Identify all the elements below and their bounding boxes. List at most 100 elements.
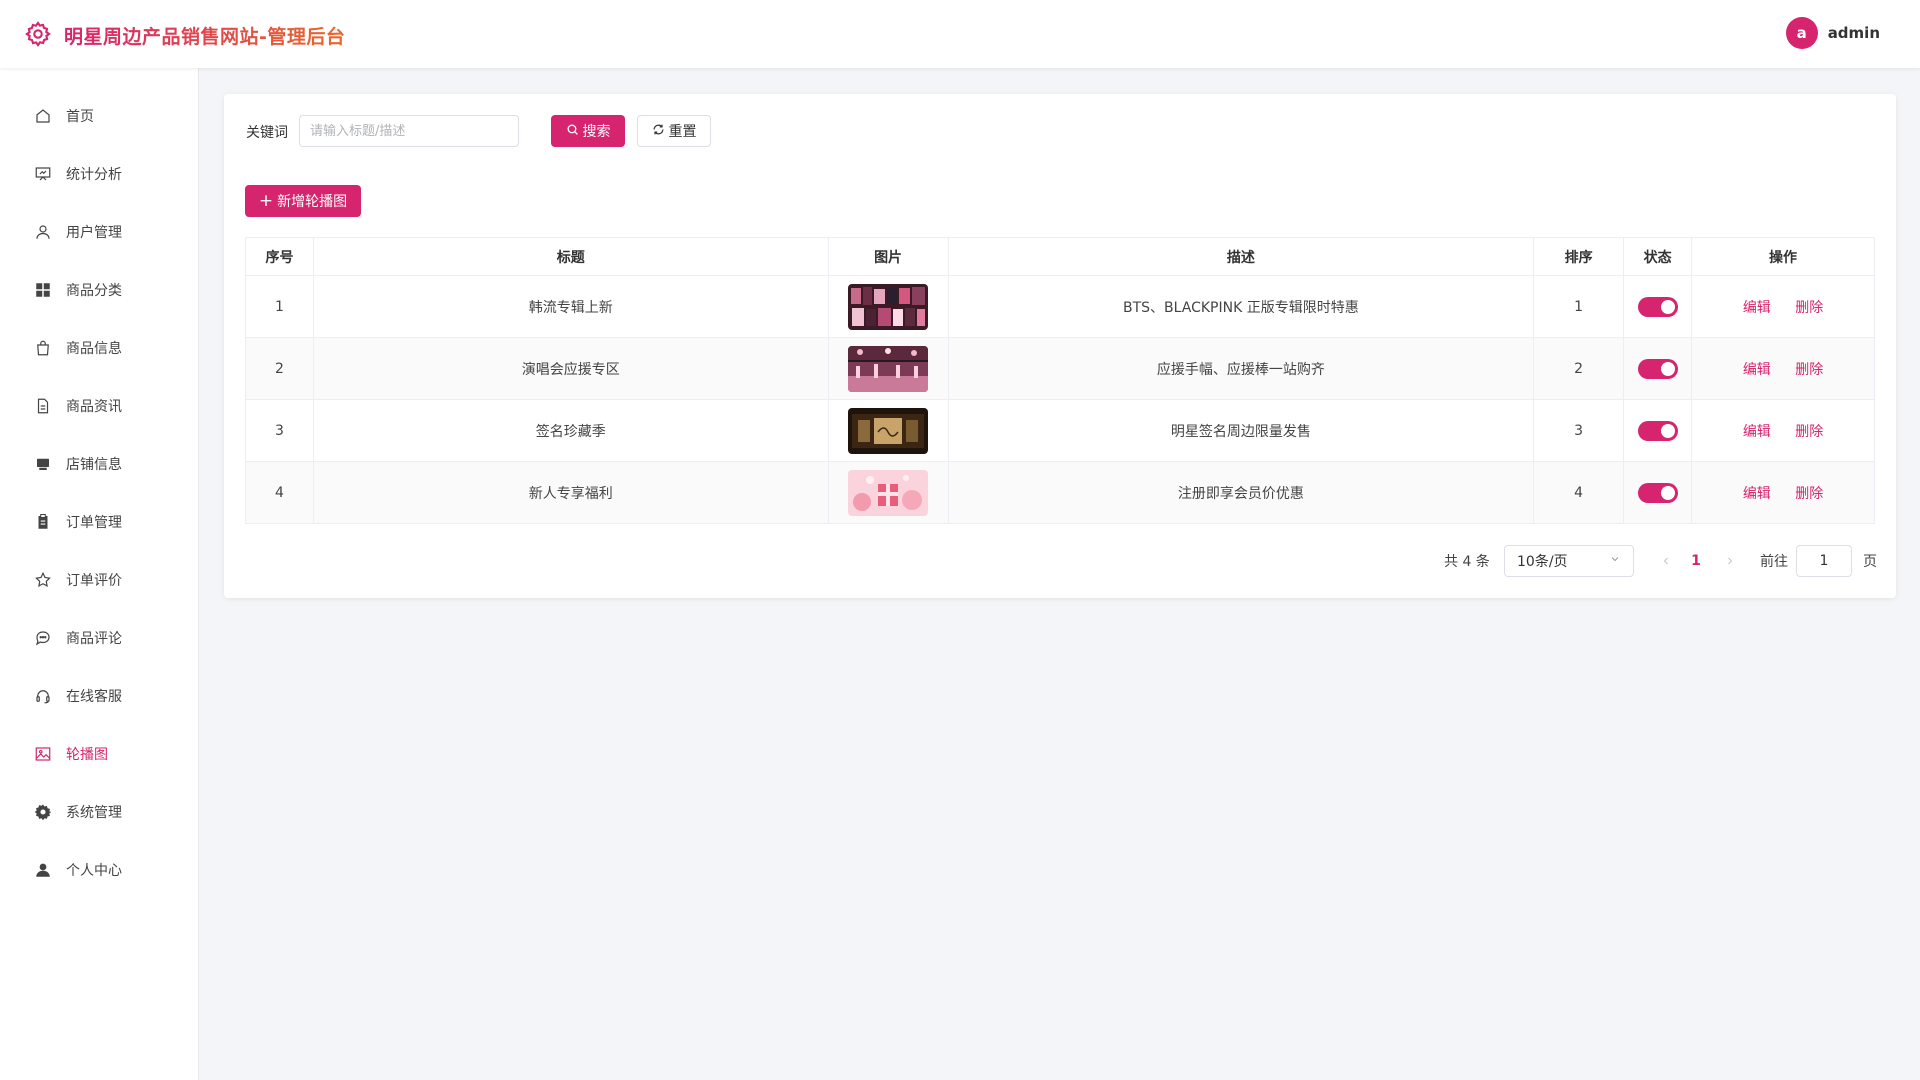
status-toggle[interactable] (1637, 358, 1678, 379)
search-button-label: 搜索 (582, 124, 611, 140)
edit-link[interactable]: 编辑 (1743, 362, 1771, 378)
chart-board-icon (34, 165, 52, 183)
sidebar-item-reviews[interactable]: 订单评价 (0, 560, 199, 600)
page-number-current[interactable]: 1 (1684, 545, 1708, 577)
col-header-image: 图片 (827, 237, 949, 276)
prev-page-button[interactable] (1656, 545, 1676, 577)
status-toggle[interactable] (1637, 420, 1678, 441)
cell-sort: 2 (1533, 337, 1625, 400)
edit-link[interactable]: 编辑 (1743, 486, 1771, 502)
search-icon (566, 123, 579, 140)
next-page-button[interactable] (1720, 545, 1740, 577)
reset-button[interactable]: 重置 (637, 115, 711, 147)
cell-title: 签名珍藏季 (312, 399, 829, 462)
keyword-input[interactable] (299, 115, 519, 147)
cell-index: 2 (245, 337, 314, 400)
delete-link[interactable]: 删除 (1795, 486, 1823, 502)
pink-gift-thumbnail[interactable] (848, 469, 929, 516)
delete-link[interactable]: 删除 (1795, 300, 1823, 316)
sidebar-item-comments[interactable]: 商品评论 (0, 618, 199, 658)
sidebar-item-label: 首页 (66, 109, 94, 125)
sidebar-item-label: 统计分析 (66, 167, 122, 183)
sidebar-item-label: 商品资讯 (66, 399, 122, 415)
cell-desc: 明星签名周边限量发售 (947, 399, 1535, 462)
sidebar-item-customer-service[interactable]: 在线客服 (0, 676, 199, 716)
col-header-title: 标题 (312, 237, 829, 276)
page-size-value: 10条/页 (1517, 554, 1568, 570)
cell-actions: 编辑 删除 (1691, 337, 1875, 400)
app-title: 明星周边产品销售网站-管理后台 (64, 22, 345, 49)
goto-label: 前往 (1760, 554, 1788, 570)
cell-image (827, 275, 949, 338)
person-icon (34, 861, 52, 879)
col-header-index: 序号 (245, 237, 314, 276)
sidebar-item-system[interactable]: 系统管理 (0, 792, 199, 832)
table-row: 1 韩流专辑上新 BTS、BLACKPINK 正版专辑限时特惠 1 编辑 删除 (245, 275, 1875, 338)
shop-icon (34, 455, 52, 473)
delete-link[interactable]: 删除 (1795, 362, 1823, 378)
goto-page-input[interactable] (1796, 545, 1852, 577)
status-toggle[interactable] (1637, 482, 1678, 503)
star-icon (34, 571, 52, 589)
sidebar-item-news[interactable]: 商品资讯 (0, 386, 199, 426)
top-header: 明星周边产品销售网站-管理后台 a admin (0, 0, 1920, 68)
sidebar-item-label: 商品评论 (66, 631, 122, 647)
image-icon (34, 745, 52, 763)
status-toggle[interactable] (1637, 296, 1678, 317)
avatar[interactable]: a (1785, 17, 1818, 49)
cell-index: 1 (245, 275, 314, 338)
chevron-right-icon (1728, 557, 1733, 565)
sidebar-item-products[interactable]: 商品信息 (0, 328, 199, 368)
signed-collection-thumbnail[interactable] (848, 407, 929, 454)
user-menu[interactable]: a admin (1785, 17, 1880, 49)
delete-link[interactable]: 删除 (1795, 424, 1823, 440)
gear-logo-icon (24, 20, 52, 48)
col-header-status: 状态 (1623, 237, 1693, 276)
username[interactable]: admin (1828, 24, 1880, 42)
sidebar-item-users[interactable]: 用户管理 (0, 212, 199, 252)
content-card: 关键词 搜索 重置 + 新增轮播图 序号 标题 图片 描述 排序 状态 操作 (224, 94, 1896, 598)
col-header-actions: 操作 (1691, 237, 1875, 276)
table-row: 2 演唱会应援专区 应援手幅、应援棒一站购齐 2 编辑 删除 (245, 337, 1875, 400)
cell-status (1623, 275, 1693, 338)
sidebar-item-label: 订单评价 (66, 573, 122, 589)
sidebar-item-label: 在线客服 (66, 689, 122, 705)
col-header-sort: 排序 (1533, 237, 1625, 276)
concert-stage-thumbnail[interactable] (848, 345, 929, 392)
user-icon (34, 223, 52, 241)
sidebar-item-label: 个人中心 (66, 863, 122, 879)
carousel-table: 序号 标题 图片 描述 排序 状态 操作 1 韩流专辑上新 BTS、BLACKP… (245, 237, 1875, 524)
sidebar-item-orders[interactable]: 订单管理 (0, 502, 199, 542)
cell-sort: 1 (1533, 275, 1625, 338)
sidebar-item-categories[interactable]: 商品分类 (0, 270, 199, 310)
bag-icon (34, 339, 52, 357)
clipboard-icon (34, 513, 52, 531)
search-button[interactable]: 搜索 (551, 115, 625, 147)
reset-button-label: 重置 (668, 124, 697, 140)
sidebar-item-profile[interactable]: 个人中心 (0, 850, 199, 890)
sidebar-item-home[interactable]: 首页 (0, 96, 199, 136)
keyword-label: 关键词 (246, 125, 288, 141)
edit-link[interactable]: 编辑 (1743, 300, 1771, 316)
add-carousel-button[interactable]: + 新增轮播图 (245, 185, 361, 217)
sidebar-item-label: 用户管理 (66, 225, 122, 241)
edit-link[interactable]: 编辑 (1743, 424, 1771, 440)
sidebar-item-carousel[interactable]: 轮播图 (0, 734, 199, 774)
sidebar-item-statistics[interactable]: 统计分析 (0, 154, 199, 194)
document-icon (34, 397, 52, 415)
cell-sort: 4 (1533, 461, 1625, 524)
sidebar-item-shop[interactable]: 店铺信息 (0, 444, 199, 484)
cell-desc: 注册即享会员价优惠 (947, 461, 1535, 524)
sidebar-item-label: 系统管理 (66, 805, 122, 821)
cell-actions: 编辑 删除 (1691, 461, 1875, 524)
chevron-left-icon (1663, 557, 1668, 565)
cell-title: 演唱会应援专区 (312, 337, 829, 400)
sidebar: 首页 统计分析 用户管理 商品分类 商品信息 商品资讯 店铺信息 订单管理 订单… (0, 68, 199, 1080)
cell-title: 新人专享福利 (312, 461, 829, 524)
grid-icon (34, 281, 52, 299)
page-size-select[interactable]: 10条/页 (1504, 545, 1634, 577)
album-wall-thumbnail[interactable] (848, 283, 929, 330)
cell-index: 3 (245, 399, 314, 462)
headset-icon (34, 687, 52, 705)
table-row: 3 签名珍藏季 明星签名周边限量发售 3 编辑 删除 (245, 399, 1875, 462)
